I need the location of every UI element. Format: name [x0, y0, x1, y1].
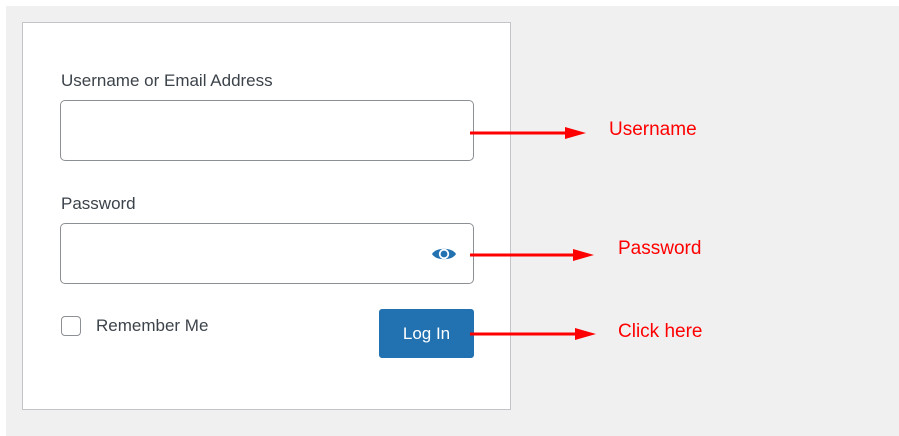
click-here-annotation: Click here [618, 321, 703, 342]
username-annotation: Username [609, 119, 697, 140]
login-arrow [470, 328, 596, 340]
username-arrow [470, 127, 586, 139]
show-password-button[interactable] [428, 243, 460, 265]
login-button[interactable]: Log In [379, 309, 474, 358]
remember-me-checkbox[interactable] [61, 316, 81, 336]
username-label: Username or Email Address [61, 71, 273, 90]
remember-me-label: Remember Me [96, 316, 209, 335]
password-annotation: Password [618, 238, 702, 259]
username-input[interactable] [60, 100, 474, 161]
eye-icon [432, 248, 456, 260]
password-label: Password [61, 194, 136, 213]
password-input[interactable] [60, 223, 474, 284]
password-arrow [470, 249, 594, 261]
